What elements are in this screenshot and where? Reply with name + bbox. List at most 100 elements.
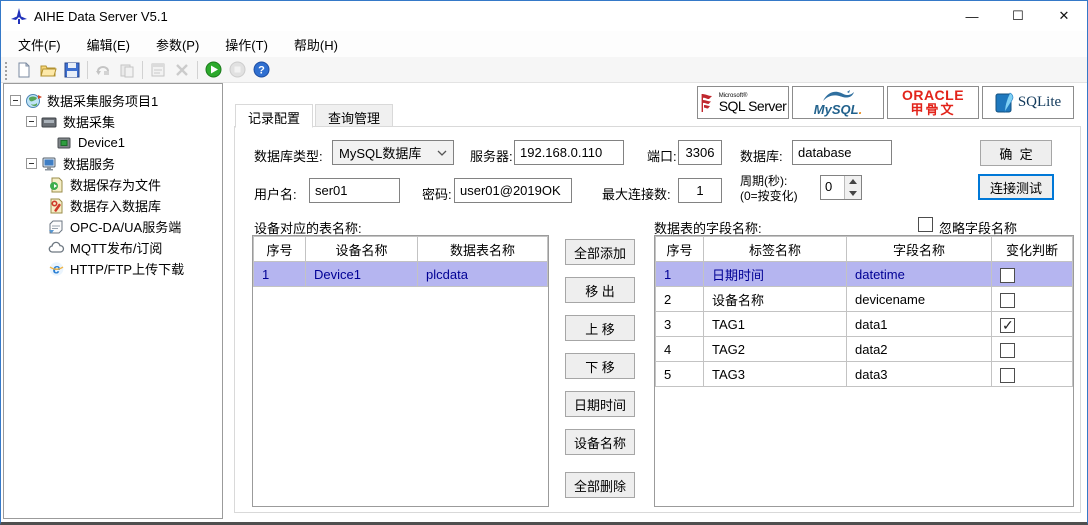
menu-params[interactable]: 参数(P) <box>143 31 212 58</box>
tree-node-label[interactable]: 数据存入数据库 <box>70 196 161 215</box>
spinner-down-icon[interactable] <box>845 188 861 200</box>
collapse-icon[interactable] <box>26 158 37 169</box>
field-table-row[interactable]: 3 TAG1 data1 <box>656 312 1073 337</box>
tree-node-save-file[interactable]: 数据保存为文件 <box>4 174 222 195</box>
main-panel: Microsoft® SQL Server MySQL. ORACLE 甲骨文 … <box>229 83 1087 519</box>
cell-no[interactable]: 1 <box>656 262 704 287</box>
password-label: 密码: <box>422 184 452 203</box>
field-table-row[interactable]: 1 日期时间 datetime <box>656 262 1073 287</box>
max-conn-label: 最大连接数: <box>602 184 671 203</box>
change-detect-checkbox[interactable] <box>1000 318 1015 333</box>
tree-node-label[interactable]: 数据保存为文件 <box>70 175 161 194</box>
move-down-button[interactable]: 下 移 <box>565 353 635 379</box>
db-type-select[interactable]: MySQL数据库 <box>332 140 454 165</box>
cell-field[interactable]: data2 <box>847 337 992 362</box>
period-spinner[interactable]: 0 <box>820 175 862 200</box>
menu-operate[interactable]: 操作(T) <box>212 31 281 58</box>
connection-test-button[interactable]: 连接测试 <box>978 174 1054 200</box>
port-input[interactable] <box>678 140 722 165</box>
save-icon[interactable] <box>60 59 84 81</box>
change-detect-checkbox[interactable] <box>1000 343 1015 358</box>
field-table-row[interactable]: 4 TAG2 data2 <box>656 337 1073 362</box>
cell-no[interactable]: 2 <box>656 287 704 312</box>
field-col-no[interactable]: 序号 <box>656 237 704 262</box>
device-table: 序号 设备名称 数据表名称 1 Device1 plcdata <box>252 235 549 507</box>
remove-button[interactable]: 移 出 <box>565 277 635 303</box>
tree-node-device1[interactable]: Device1 <box>4 132 222 153</box>
cell-field[interactable]: data3 <box>847 362 992 387</box>
menu-file[interactable]: 文件(F) <box>5 31 74 58</box>
cell-tag[interactable]: 设备名称 <box>704 287 847 312</box>
maximize-button[interactable]: ☐ <box>995 1 1041 31</box>
cell-no[interactable]: 5 <box>656 362 704 387</box>
tree-node-save-db[interactable]: 数据存入数据库 <box>4 195 222 216</box>
change-detect-checkbox[interactable] <box>1000 293 1015 308</box>
tree-node-opc[interactable]: OPC-DA/UA服务端 <box>4 216 222 237</box>
device-col-no[interactable]: 序号 <box>254 237 306 262</box>
menu-edit[interactable]: 编辑(E) <box>74 31 143 58</box>
database-input[interactable] <box>792 140 892 165</box>
save-to-file-icon <box>48 177 65 193</box>
change-detect-checkbox[interactable] <box>1000 368 1015 383</box>
tree-node-label[interactable]: HTTP/FTP上传下载 <box>70 259 184 278</box>
max-conn-input[interactable] <box>678 178 722 203</box>
field-table-row[interactable]: 2 设备名称 devicename <box>656 287 1073 312</box>
tab-query-manage[interactable]: 查询管理 <box>315 104 393 127</box>
tree-node-collect[interactable]: 数据采集 <box>4 111 222 132</box>
tree-node-label[interactable]: 数据服务 <box>63 154 115 173</box>
field-table-row[interactable]: 5 TAG3 data3 <box>656 362 1073 387</box>
username-input[interactable] <box>309 178 400 203</box>
tree-node-project[interactable]: 数据采集服务项目1 <box>4 90 222 111</box>
field-col-tag[interactable]: 标签名称 <box>704 237 847 262</box>
toolbar-grip <box>3 60 8 80</box>
cell-field[interactable]: data1 <box>847 312 992 337</box>
cell-field[interactable]: datetime <box>847 262 992 287</box>
new-file-icon[interactable] <box>12 59 36 81</box>
device-table-row[interactable]: 1 Device1 plcdata <box>254 262 548 287</box>
change-detect-checkbox[interactable] <box>1000 268 1015 283</box>
tree-node-label[interactable]: 数据采集 <box>63 112 115 131</box>
collapse-icon[interactable] <box>10 95 21 106</box>
device-name-button[interactable]: 设备名称 <box>565 429 635 455</box>
tree-node-mqtt[interactable]: MQTT发布/订阅 <box>4 237 222 258</box>
cell-table[interactable]: plcdata <box>418 262 548 287</box>
delete-all-button[interactable]: 全部删除 <box>565 472 635 498</box>
open-folder-icon[interactable] <box>36 59 60 81</box>
collapse-icon[interactable] <box>26 116 37 127</box>
field-col-field[interactable]: 字段名称 <box>847 237 992 262</box>
add-all-button[interactable]: 全部添加 <box>565 239 635 265</box>
cell-tag[interactable]: TAG2 <box>704 337 847 362</box>
cell-no[interactable]: 1 <box>254 262 306 287</box>
cell-tag[interactable]: TAG3 <box>704 362 847 387</box>
device-col-name[interactable]: 设备名称 <box>306 237 418 262</box>
ignore-fields-checkbox[interactable] <box>918 217 933 232</box>
sqlite-icon <box>995 92 1015 114</box>
datetime-button[interactable]: 日期时间 <box>565 391 635 417</box>
tree-node-service[interactable]: 数据服务 <box>4 153 222 174</box>
cell-tag[interactable]: TAG1 <box>704 312 847 337</box>
cell-no[interactable]: 3 <box>656 312 704 337</box>
cell-no[interactable]: 4 <box>656 337 704 362</box>
server-input[interactable] <box>514 140 624 165</box>
move-up-button[interactable]: 上 移 <box>565 315 635 341</box>
password-input[interactable] <box>454 178 572 203</box>
cell-device[interactable]: Device1 <box>306 262 418 287</box>
cell-tag[interactable]: 日期时间 <box>704 262 847 287</box>
minimize-button[interactable]: — <box>949 1 995 31</box>
tree-node-label[interactable]: 数据采集服务项目1 <box>47 91 158 110</box>
start-icon[interactable] <box>201 59 225 81</box>
tree-node-label[interactable]: MQTT发布/订阅 <box>70 238 162 257</box>
tab-record-config[interactable]: 记录配置 <box>235 104 313 128</box>
tree-node-http[interactable]: e HTTP/FTP上传下载 <box>4 258 222 279</box>
spinner-up-icon[interactable] <box>845 176 861 188</box>
menu-help[interactable]: 帮助(H) <box>281 31 351 58</box>
help-icon[interactable]: ? <box>249 59 273 81</box>
ok-button[interactable]: 确 定 <box>980 140 1052 166</box>
field-col-change[interactable]: 变化判断 <box>992 237 1073 262</box>
cell-field[interactable]: devicename <box>847 287 992 312</box>
tree-node-label[interactable]: Device1 <box>78 135 125 150</box>
device-col-table[interactable]: 数据表名称 <box>418 237 548 262</box>
tree-node-label[interactable]: OPC-DA/UA服务端 <box>70 217 181 236</box>
close-button[interactable]: ✕ <box>1041 1 1087 31</box>
title-bar: AIHE Data Server V5.1 — ☐ ✕ <box>1 1 1087 31</box>
